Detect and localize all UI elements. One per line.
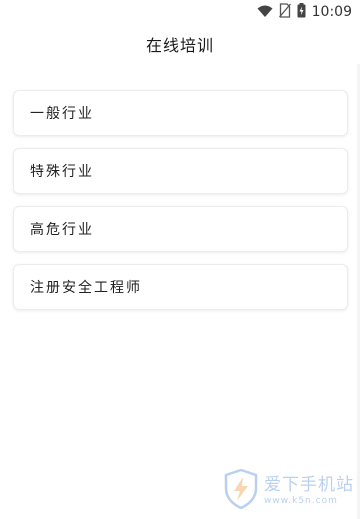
menu-item-label: 高危行业 <box>30 222 94 238</box>
shield-lightning-icon <box>224 468 258 513</box>
menu-item-label: 注册安全工程师 <box>30 280 142 296</box>
menu-item-registered-safety-engineer[interactable]: 注册安全工程师 <box>13 264 348 310</box>
watermark: 爱下手机站 www.k5n.com <box>224 468 354 513</box>
status-bar: 10:09 <box>0 0 360 24</box>
menu-item-special-industry[interactable]: 特殊行业 <box>13 148 348 194</box>
watermark-title: 爱下手机站 <box>264 474 354 495</box>
page-title: 在线培训 <box>145 36 214 55</box>
menu-item-label: 特殊行业 <box>30 164 94 180</box>
training-category-list: 一般行业 特殊行业 高危行业 注册安全工程师 <box>13 90 348 322</box>
app-header: 在线培训 <box>0 24 360 64</box>
status-icons: 10:09 <box>257 2 352 22</box>
menu-item-general-industry[interactable]: 一般行业 <box>13 90 348 136</box>
watermark-url: www.k5n.com <box>264 495 338 506</box>
wifi-icon <box>257 3 273 22</box>
menu-item-high-risk-industry[interactable]: 高危行业 <box>13 206 348 252</box>
menu-item-label: 一般行业 <box>30 106 94 122</box>
battery-charging-icon <box>297 2 306 22</box>
no-sim-icon <box>278 2 291 22</box>
status-time: 10:09 <box>311 4 352 20</box>
